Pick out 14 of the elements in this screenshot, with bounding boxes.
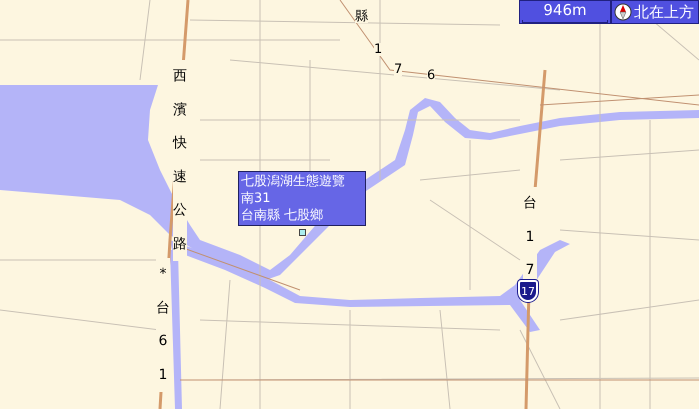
poi-info-text: 台南縣 七股鄉 bbox=[241, 207, 324, 224]
orientation-button[interactable]: 北在上方 bbox=[611, 0, 699, 24]
scale-distance: 946m bbox=[543, 1, 587, 19]
route-shield: 17 bbox=[518, 280, 538, 302]
map-label: 縣 bbox=[355, 10, 368, 23]
road-label: *台61 bbox=[156, 258, 170, 392]
map-label: 6 bbox=[427, 69, 436, 82]
map-label: 1 bbox=[374, 43, 382, 56]
poi-marker-icon bbox=[299, 229, 306, 236]
road-label: 西濱快速公路 bbox=[173, 60, 187, 261]
compass-icon bbox=[614, 2, 632, 22]
poi-info-text: 七股潟湖生態遊覽 bbox=[241, 173, 346, 190]
poi-info-text: 南31 bbox=[241, 190, 272, 207]
map-label: 7 bbox=[394, 63, 402, 76]
